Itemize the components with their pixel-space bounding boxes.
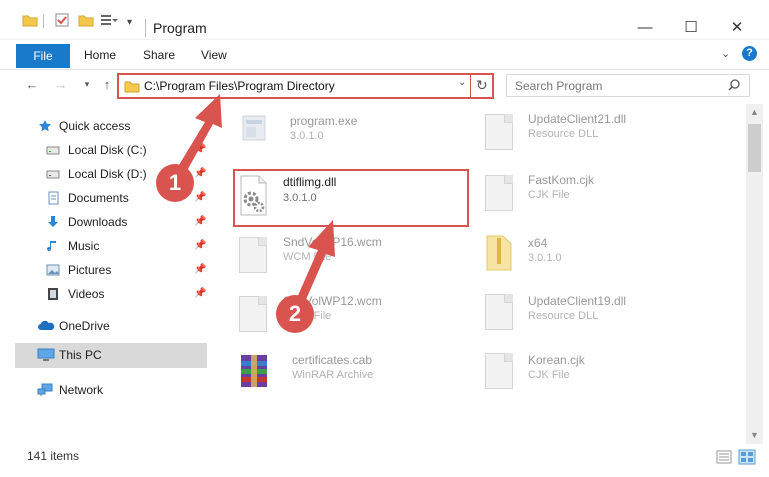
- arrow-1-icon: [176, 94, 222, 176]
- arrow-2-icon: [296, 220, 335, 304]
- step-2-badge: 2: [276, 295, 314, 333]
- step-1-badge: 1: [156, 164, 194, 202]
- annotation-arrows: [176, 94, 335, 304]
